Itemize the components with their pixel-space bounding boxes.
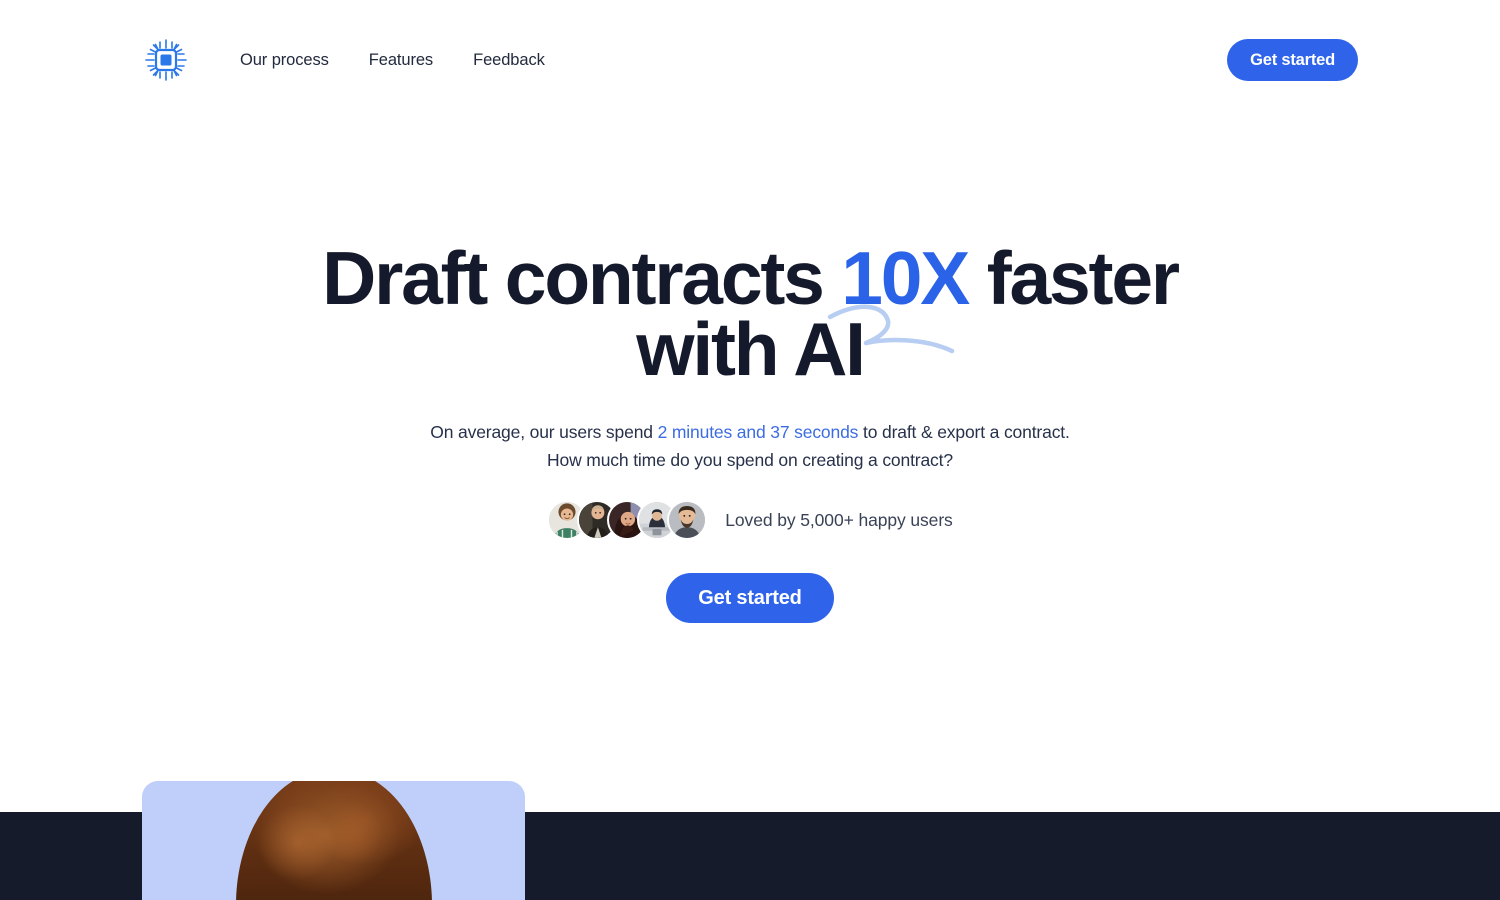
page-title: Draft contracts 10X faster with AI: [280, 241, 1220, 387]
hero-cta-wrapper: Get started: [666, 573, 834, 623]
nav-link-feedback[interactable]: Feedback: [453, 43, 565, 78]
hero-section: Draft contracts 10X faster with AI On av…: [0, 0, 1500, 812]
hero-subtitle: On average, our users spend 2 minutes an…: [430, 418, 1070, 474]
hero-get-started-button[interactable]: Get started: [666, 573, 834, 623]
nav-link-features[interactable]: Features: [349, 43, 453, 78]
logo-link[interactable]: [142, 36, 190, 84]
hero-subtitle-highlight: 2 minutes and 37 seconds: [657, 422, 859, 442]
hero-subtitle-part1: On average, our users spend: [430, 422, 658, 442]
avatar: [667, 500, 708, 540]
person-portrait-image: [235, 781, 432, 900]
social-proof: Loved by 5,000+ happy users: [547, 500, 953, 540]
avatar-photo-5: [669, 502, 706, 538]
primary-navigation: Our process Features Feedback: [220, 43, 565, 78]
avatar-group: [547, 500, 708, 540]
nav-item-feedback: Feedback: [453, 43, 565, 78]
social-proof-text: Loved by 5,000+ happy users: [725, 509, 953, 530]
nav-link-our-process[interactable]: Our process: [220, 43, 349, 78]
header-get-started-button[interactable]: Get started: [1227, 39, 1358, 81]
site-header: Our process Features Feedback Get starte…: [0, 0, 1500, 120]
hero-photo-card: [142, 781, 525, 900]
nav-item-our-process: Our process: [220, 43, 349, 78]
cpu-chip-icon: [145, 39, 187, 81]
nav-item-features: Features: [349, 43, 453, 78]
